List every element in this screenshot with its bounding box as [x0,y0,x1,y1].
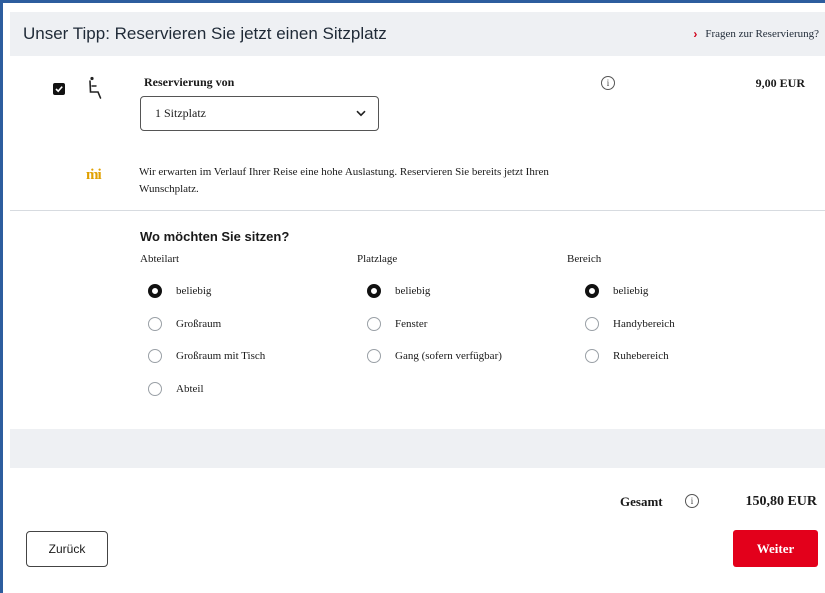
radio-option-compartment-any[interactable]: beliebig [148,284,211,298]
radio-label: Großraum mit Tisch [176,350,266,362]
reservation-header: Unser Tipp: Reservieren Sie jetzt einen … [10,12,825,56]
back-button[interactable]: Zurück [26,531,108,567]
total-info-icon[interactable]: i [685,494,699,508]
occupancy-icon: ṁi [86,167,102,183]
radio-label: Großraum [176,318,222,330]
chevron-down-icon [356,110,366,117]
radio-option-open-plan[interactable]: Großraum [148,317,221,331]
seat-count-value: 1 Sitzplatz [155,106,206,120]
radio-button[interactable] [148,284,162,298]
radio-option-compartment[interactable]: Abteil [148,382,204,396]
card-divider [10,210,825,211]
reservation-card [10,56,825,429]
radio-label: beliebig [176,285,212,297]
radio-button[interactable] [585,349,599,363]
radio-option-window[interactable]: Fenster [367,317,427,331]
radio-label: beliebig [613,285,649,297]
radio-option-open-plan-table[interactable]: Großraum mit Tisch [148,349,265,363]
radio-label: Ruhebereich [613,350,669,362]
seating-question: Wo möchten Sie sitzen? [140,229,290,244]
radio-button[interactable] [367,317,381,331]
radio-button[interactable] [148,317,162,331]
radio-button[interactable] [148,382,162,396]
seat-count-select[interactable]: 1 Sitzplatz [140,96,379,131]
radio-option-position-any[interactable]: beliebig [367,284,430,298]
faq-link[interactable]: › Fragen zur Reservierung? [693,27,819,41]
section-title: Unser Tipp: Reservieren Sie jetzt einen … [23,24,387,43]
radio-button[interactable] [148,349,162,363]
radio-option-aisle[interactable]: Gang (sofern verfügbar) [367,349,502,363]
seat-icon [89,76,102,99]
info-icon[interactable]: i [601,76,615,90]
radio-label: beliebig [395,285,431,297]
column-heading-compartment: Abteilart [140,253,180,265]
occupancy-notice: Wir erwarten im Verlauf Ihrer Reise eine… [139,166,549,195]
radio-label: Gang (sofern verfügbar) [395,350,502,362]
radio-option-quiet-zone[interactable]: Ruhebereich [585,349,669,363]
total-value: 150,80 EUR [745,494,817,509]
next-button[interactable]: Weiter [733,530,818,567]
reservation-label: Reservierung von [144,75,235,89]
reservation-checkbox[interactable] [53,83,65,95]
radio-button[interactable] [367,284,381,298]
column-heading-area: Bereich [567,253,602,265]
chevron-right-icon: › [693,27,698,41]
reservation-price: 9,00 EUR [755,76,805,90]
column-heading-position: Platzlage [357,253,398,265]
radio-button[interactable] [585,317,599,331]
radio-label: Fenster [395,318,428,330]
radio-button[interactable] [367,349,381,363]
checkmark-icon [55,86,63,93]
radio-button[interactable] [585,284,599,298]
radio-option-area-any[interactable]: beliebig [585,284,648,298]
faq-link-label: Fragen zur Reservierung? [705,28,819,40]
radio-label: Abteil [176,383,204,395]
radio-option-phone-zone[interactable]: Handybereich [585,317,675,331]
total-label: Gesamt [620,494,663,509]
radio-label: Handybereich [613,318,675,330]
